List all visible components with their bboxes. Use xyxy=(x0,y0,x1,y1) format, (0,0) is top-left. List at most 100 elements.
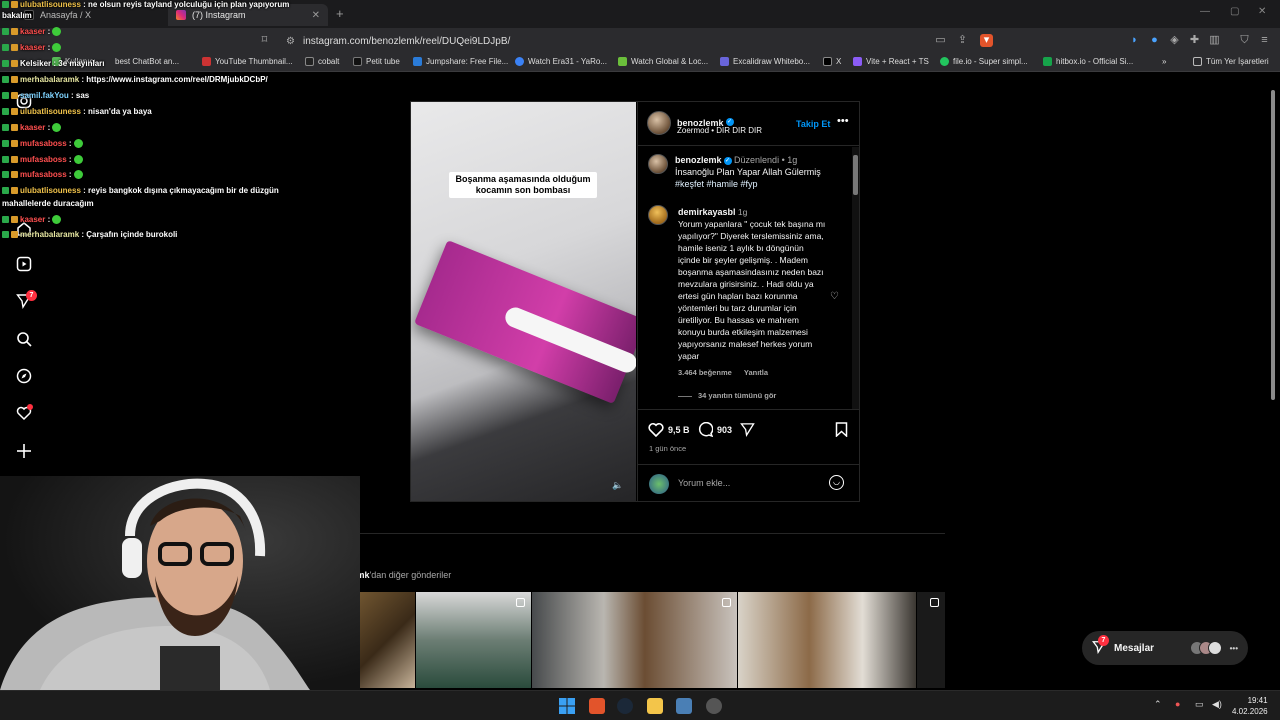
bookmark-item[interactable]: Petit tube xyxy=(353,57,400,66)
chat-text: Çarşafın içinde burokoli xyxy=(86,230,178,239)
menu-icon[interactable]: ≡ xyxy=(1258,34,1271,47)
bookmark-label: X xyxy=(836,57,842,66)
chat-badge-icon xyxy=(2,124,9,132)
minimize-icon[interactable]: — xyxy=(1200,6,1210,17)
like-button[interactable]: 9,5 B xyxy=(648,422,690,437)
comment-like-icon[interactable]: ♡ xyxy=(830,291,839,302)
brave-shield-icon[interactable]: ▾ xyxy=(980,34,993,47)
more-bookmarks-icon[interactable]: » xyxy=(1162,57,1166,66)
follow-button[interactable]: Takip Et xyxy=(796,119,830,129)
save-bookmark-icon[interactable] xyxy=(835,422,848,442)
post-thumbnail[interactable] xyxy=(917,592,945,688)
display-icon[interactable]: ▭ xyxy=(1195,699,1204,710)
post-thumbnail[interactable] xyxy=(532,592,737,688)
bookmark-item[interactable]: Watch Era31 - YaRo... xyxy=(515,57,607,66)
chat-username: samil.fakYou xyxy=(20,91,69,100)
bookmark-item[interactable]: cobalt xyxy=(305,57,339,66)
close-window-icon[interactable]: ✕ xyxy=(1258,6,1266,17)
caption-username[interactable]: benozlemk xyxy=(675,155,722,165)
windows-taskbar: ⌃ ● ▭ ◀) 19:41 4.02.2026 xyxy=(0,690,1280,720)
cast-icon[interactable]: ▭ xyxy=(934,34,947,47)
steam-icon[interactable] xyxy=(617,698,633,714)
post-thumbnail[interactable] xyxy=(416,592,531,688)
all-bookmarks[interactable]: Tüm Yer İşaretleri xyxy=(1193,57,1269,66)
comment-button[interactable]: 903 xyxy=(698,422,732,437)
comment-icon xyxy=(698,422,713,437)
comment-likes[interactable]: 3.464 beğenme xyxy=(678,368,732,377)
caption-text: İnsanoğlu Plan Yapar Allah Gülermiş xyxy=(675,167,821,177)
microphone-icon[interactable]: ● xyxy=(1175,699,1180,709)
brave-browser-icon[interactable] xyxy=(589,698,605,714)
verified-icon: ✓ xyxy=(723,156,732,165)
chat-separator: : xyxy=(80,0,89,9)
audio-icon[interactable]: ◗ xyxy=(1128,34,1141,47)
bookmark-label: hitbox.io - Official Si... xyxy=(1056,57,1134,66)
reply-button[interactable]: Yanıtla xyxy=(744,368,768,377)
more-options-icon[interactable]: ••• xyxy=(837,115,849,127)
post-thumbnail[interactable] xyxy=(738,592,916,688)
bookmark-item[interactable]: Jumpshare: Free File... xyxy=(413,57,508,66)
maximize-icon[interactable]: ▢ xyxy=(1230,6,1239,17)
comment-input[interactable]: Yorum ekle... xyxy=(678,478,730,488)
volume-icon[interactable]: ◀) xyxy=(1212,699,1222,710)
view-replies[interactable]: 34 yanıtın tümünü gör xyxy=(678,390,828,402)
create-icon[interactable] xyxy=(15,442,33,460)
caption-hashtags[interactable]: #keşfet #hamile #fyp xyxy=(675,179,758,189)
vpn-icon[interactable]: ⛉ xyxy=(1238,34,1251,47)
share-icon[interactable]: ⇪ xyxy=(956,34,969,47)
contact-avatar xyxy=(1207,641,1222,655)
bookmark-item[interactable]: Vite + React + TS xyxy=(853,57,929,66)
chat-badge-icon xyxy=(11,124,18,132)
reels-icon[interactable] xyxy=(15,255,33,273)
comment: demirkayasbl 1g Yorum yapanlara " çocuk … xyxy=(678,206,828,402)
start-icon[interactable] xyxy=(559,698,575,714)
sidebar-toggle-icon[interactable]: ▥ xyxy=(1208,34,1221,47)
chat-badge-icon xyxy=(2,28,9,36)
bookmark-label: cobalt xyxy=(318,57,340,66)
author-avatar[interactable] xyxy=(648,154,668,174)
clock[interactable]: 19:41 4.02.2026 xyxy=(1232,695,1268,717)
address-bar[interactable]: ⚙ instagram.com/benozlemk/reel/DUQei9LDJ… xyxy=(278,31,998,51)
close-tab-icon[interactable]: ✕ xyxy=(312,10,320,21)
comments-scrollbar[interactable] xyxy=(852,147,859,409)
emote-icon xyxy=(52,27,62,37)
bookmark-item[interactable]: X xyxy=(823,57,841,66)
bookmark-item[interactable]: hitbox.io - Official Si... xyxy=(1043,57,1133,66)
direct-messages-icon[interactable]: 7 xyxy=(15,290,37,310)
messages-button[interactable]: 7 Mesajlar ••• xyxy=(1082,631,1248,665)
chat-text: nisan'da ya baya xyxy=(88,107,152,116)
emote-icon xyxy=(52,215,62,225)
emoji-icon[interactable]: ◡ xyxy=(829,475,844,490)
commenter-avatar[interactable] xyxy=(648,205,668,225)
author-avatar[interactable] xyxy=(647,111,671,135)
chat-username: ulubatlisouness xyxy=(20,186,81,195)
explore-icon[interactable] xyxy=(15,367,33,385)
webcam-feed xyxy=(0,476,360,690)
tray-chevron-icon[interactable]: ⌃ xyxy=(1154,699,1162,710)
extension-icon[interactable]: ◈ xyxy=(1168,34,1181,47)
chat-badge-icon xyxy=(11,1,18,9)
bookmark-item[interactable]: Excalidraw Whitebo... xyxy=(720,57,810,66)
app-icon[interactable] xyxy=(676,698,692,714)
chat-separator: : xyxy=(66,139,74,148)
reel-video[interactable]: Boşanma aşamasında olduğum kocamın son b… xyxy=(411,102,636,501)
search-icon[interactable] xyxy=(15,330,33,348)
audio-label[interactable]: Zoermod • DIR DIR DIR xyxy=(677,126,762,135)
file-explorer-icon[interactable] xyxy=(647,698,663,714)
bookmark-item[interactable]: Watch Global & Loc... xyxy=(618,57,708,66)
chat-message: ulubatlisouness : nisan'da ya baya xyxy=(2,107,298,117)
extension-icon[interactable]: ● xyxy=(1148,34,1161,47)
comment-username[interactable]: demirkayasbl xyxy=(678,207,736,217)
puzzle-icon[interactable]: ✚ xyxy=(1188,34,1201,47)
bookmark-label: file.io - Super simpl... xyxy=(953,57,1028,66)
page-scrollbar[interactable] xyxy=(1270,80,1276,680)
mute-icon[interactable]: 🔈 xyxy=(612,480,623,491)
bookmark-item[interactable]: file.io - Super simpl... xyxy=(940,57,1028,66)
notifications-heart-icon[interactable] xyxy=(15,404,33,422)
bookmark-icon xyxy=(413,57,422,66)
chat-text: 3e mayınları xyxy=(58,59,105,68)
bookmark-label: Excalidraw Whitebo... xyxy=(733,57,810,66)
new-tab-button[interactable]: + xyxy=(336,6,344,21)
obs-icon[interactable] xyxy=(706,698,722,714)
share-icon[interactable] xyxy=(740,422,755,442)
